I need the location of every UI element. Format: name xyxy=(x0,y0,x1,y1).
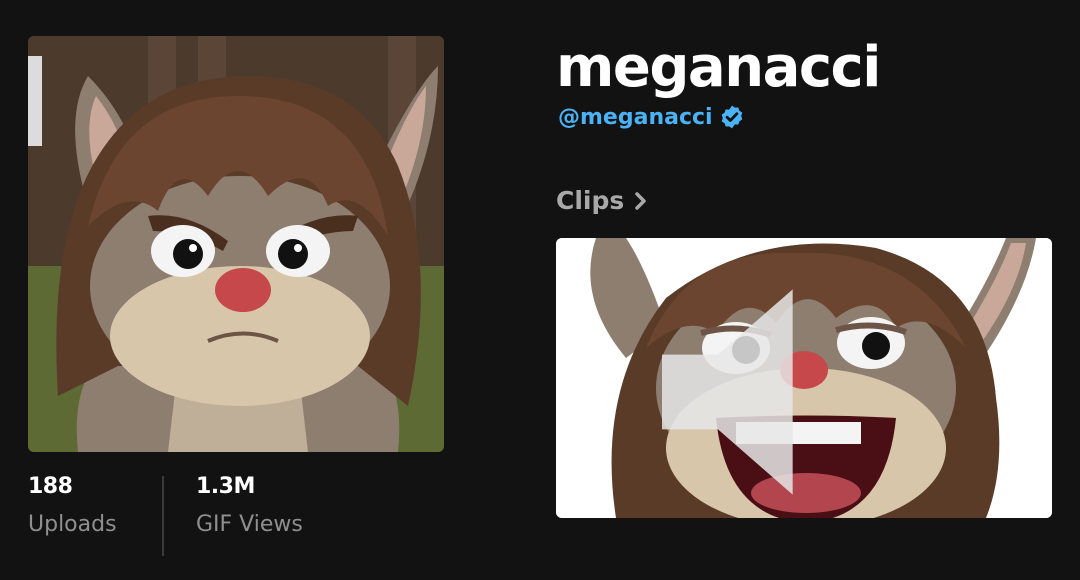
speaker-muted-icon[interactable] xyxy=(556,252,1022,518)
profile-name: meganacci xyxy=(556,35,881,100)
stats-divider xyxy=(162,476,164,556)
profile-handle[interactable]: @meganacci xyxy=(558,105,713,130)
views-stat: 1.3M GIF Views xyxy=(196,476,303,556)
uploads-label: Uploads xyxy=(28,512,117,537)
chevron-right-icon xyxy=(635,191,647,210)
profile-stats: 188 Uploads 1.3M GIF Views xyxy=(28,476,303,556)
profile-page: 188 Uploads 1.3M GIF Views meganacci @me… xyxy=(0,0,1080,580)
uploads-count: 188 xyxy=(28,474,73,499)
verified-badge-icon xyxy=(721,105,742,129)
clips-label: Clips xyxy=(556,186,625,215)
profile-handle-row: @meganacci xyxy=(558,104,745,130)
clip-preview[interactable] xyxy=(556,238,1052,518)
views-label: GIF Views xyxy=(196,512,303,537)
avatar-character-image xyxy=(28,36,444,452)
views-count: 1.3M xyxy=(196,474,255,499)
clips-link[interactable]: Clips xyxy=(556,186,648,215)
uploads-stat: 188 Uploads xyxy=(28,476,162,556)
profile-avatar xyxy=(28,36,444,452)
